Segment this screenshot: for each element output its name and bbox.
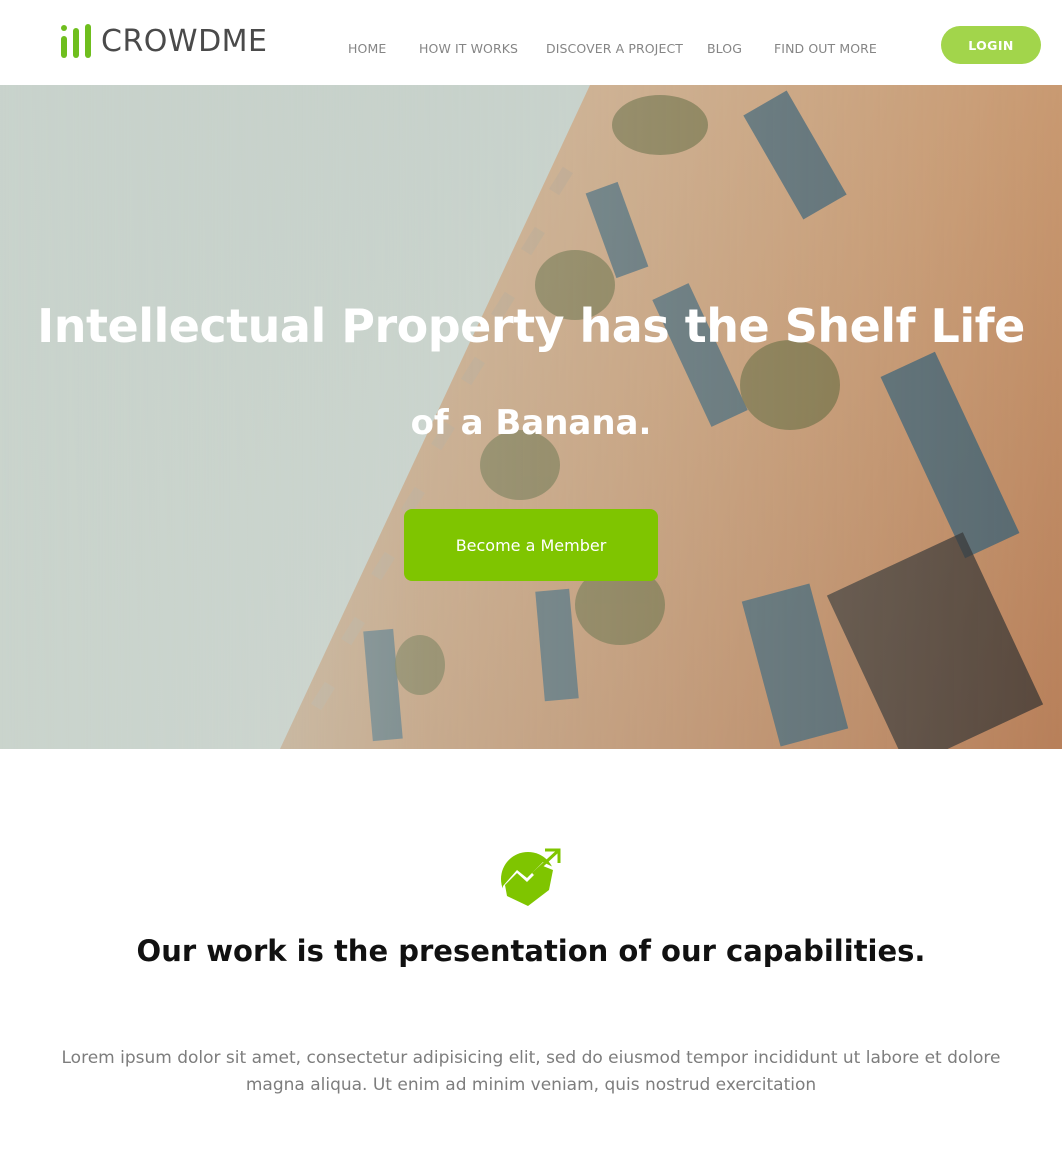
section-body-text: Lorem ipsum dolor sit amet, consectetur …	[61, 1048, 1001, 1095]
hero-subtitle: of a Banana.	[410, 403, 652, 443]
become-member-button[interactable]: Become a Member	[404, 509, 658, 581]
nav-home[interactable]: HOME	[348, 41, 386, 56]
login-button[interactable]: LOGIN	[941, 26, 1041, 64]
section-heading: Our work is the presentation of our capa…	[136, 934, 926, 968]
nav-how-it-works[interactable]: HOW IT WORKS	[419, 41, 518, 56]
main-nav: HOME HOW IT WORKS DISCOVER A PROJECT BLO…	[0, 41, 1062, 59]
nav-blog[interactable]: BLOG	[707, 41, 742, 56]
growth-chart-icon	[499, 848, 561, 908]
nav-discover-a-project[interactable]: DISCOVER A PROJECT	[546, 41, 683, 56]
nav-find-out-more[interactable]: FIND OUT MORE	[774, 41, 877, 56]
hero-title: Intellectual Property has the Shelf Life	[37, 299, 1025, 353]
site-header: CROWDME HOME HOW IT WORKS DISCOVER A PRO…	[0, 0, 1062, 85]
hero-banner: Intellectual Property has the Shelf Life…	[0, 85, 1062, 749]
